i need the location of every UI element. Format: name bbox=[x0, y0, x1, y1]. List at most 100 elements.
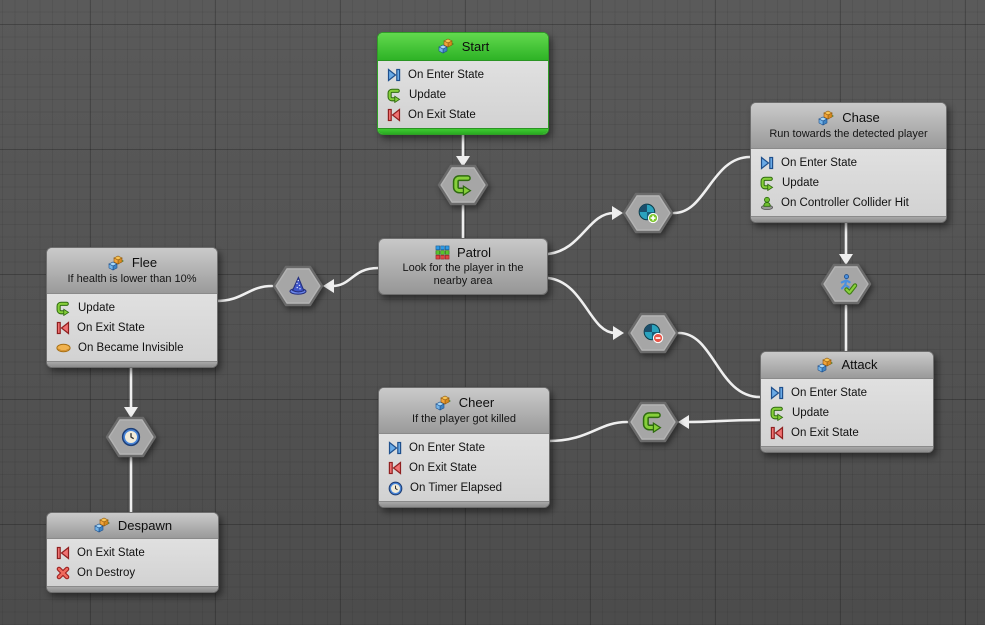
state-footer bbox=[378, 128, 548, 134]
exit-icon bbox=[388, 461, 402, 475]
event-row: On Enter State bbox=[770, 383, 927, 403]
state-title: Chase bbox=[842, 110, 880, 125]
state-subtitle: Look for the player in the nearby area bbox=[385, 262, 541, 288]
event-row: Update bbox=[770, 403, 927, 423]
destroy-icon bbox=[56, 566, 70, 580]
event-row: On Exit State bbox=[770, 423, 927, 443]
wire[interactable] bbox=[548, 213, 614, 254]
transition-patrol-to-chase[interactable] bbox=[618, 189, 678, 237]
update-transition-icon bbox=[452, 174, 474, 196]
state-title: Patrol bbox=[457, 245, 491, 260]
update-transition-icon bbox=[642, 411, 664, 433]
exit-icon bbox=[56, 321, 70, 335]
event-label: On Exit State bbox=[408, 109, 476, 121]
became-invisible-icon bbox=[56, 341, 71, 355]
controller-collider-icon bbox=[760, 196, 774, 210]
transition-start-to-patrol[interactable] bbox=[433, 161, 493, 209]
event-label: On Exit State bbox=[77, 547, 145, 559]
update-icon bbox=[760, 176, 775, 191]
state-node-start[interactable]: Start On Enter State Update On Exit S bbox=[377, 32, 549, 135]
transition-attack-to-cheer[interactable] bbox=[623, 398, 683, 446]
state-body: Update On Exit State On Became Invisible bbox=[47, 294, 217, 361]
transition-patrol-to-flee[interactable] bbox=[268, 262, 328, 310]
event-row: On Enter State bbox=[388, 438, 543, 458]
state-node-patrol[interactable]: Patrol Look for the player in the nearby… bbox=[378, 238, 548, 295]
state-header: Start bbox=[378, 33, 548, 61]
wizard-hat-icon bbox=[288, 276, 309, 296]
wire[interactable] bbox=[674, 157, 750, 213]
state-title: Start bbox=[462, 39, 489, 54]
state-boxes-icon bbox=[817, 110, 835, 126]
event-row: Update bbox=[387, 85, 542, 105]
state-header: Despawn bbox=[47, 513, 218, 539]
transition-flee-to-despawn[interactable] bbox=[101, 413, 161, 461]
super-state-grid-icon bbox=[435, 245, 450, 260]
event-label: Update bbox=[78, 302, 115, 314]
event-label: On Enter State bbox=[791, 387, 867, 399]
enter-icon bbox=[770, 386, 784, 400]
enter-icon bbox=[388, 441, 402, 455]
wire[interactable] bbox=[548, 278, 615, 333]
event-row: On Enter State bbox=[387, 65, 542, 85]
state-header: Chase Run towards the detected player bbox=[751, 103, 946, 149]
state-node-cheer[interactable]: Cheer If the player got killed On Enter … bbox=[378, 387, 550, 508]
wire[interactable] bbox=[216, 286, 272, 301]
object-remove-icon bbox=[643, 323, 664, 344]
state-node-chase[interactable]: Chase Run towards the detected player On… bbox=[750, 102, 947, 223]
event-label: Update bbox=[409, 89, 446, 101]
state-footer bbox=[47, 586, 218, 592]
event-label: On Enter State bbox=[781, 157, 857, 169]
wire[interactable] bbox=[548, 422, 627, 441]
state-body: On Enter State Update On Exit State bbox=[378, 61, 548, 128]
exit-icon bbox=[56, 546, 70, 560]
exit-icon bbox=[770, 426, 784, 440]
event-row: On Exit State bbox=[56, 543, 212, 563]
event-row: On Exit State bbox=[56, 318, 211, 338]
event-label: On Enter State bbox=[408, 69, 484, 81]
state-header: Flee If health is lower than 10% bbox=[47, 248, 217, 294]
event-row: Update bbox=[56, 298, 211, 318]
event-label: Update bbox=[792, 407, 829, 419]
state-node-despawn[interactable]: Despawn On Exit State On Destroy bbox=[46, 512, 219, 593]
wire[interactable] bbox=[332, 268, 378, 286]
transition-patrol-to-attack[interactable] bbox=[623, 309, 683, 357]
state-footer bbox=[379, 501, 549, 507]
state-subtitle: If the player got killed bbox=[412, 413, 516, 426]
state-node-attack[interactable]: Attack On Enter State Update On Exit bbox=[760, 351, 934, 453]
update-icon bbox=[387, 88, 402, 103]
event-label: On Destroy bbox=[77, 567, 135, 579]
object-add-icon bbox=[638, 203, 659, 224]
wire[interactable] bbox=[679, 333, 760, 397]
state-boxes-icon bbox=[437, 38, 455, 54]
state-boxes-icon bbox=[816, 357, 834, 373]
event-label: On Exit State bbox=[791, 427, 859, 439]
collider-hit-check-icon bbox=[835, 273, 858, 295]
event-label: On Became Invisible bbox=[78, 342, 183, 354]
wire[interactable] bbox=[687, 420, 760, 422]
state-boxes-icon bbox=[107, 255, 125, 271]
event-row: On Enter State bbox=[760, 153, 940, 173]
state-body: On Enter State Update On Exit State bbox=[761, 379, 933, 446]
state-header: Attack bbox=[761, 352, 933, 379]
event-row: On Destroy bbox=[56, 563, 212, 583]
state-title: Cheer bbox=[459, 395, 494, 410]
event-label: On Exit State bbox=[409, 462, 477, 474]
event-label: Update bbox=[782, 177, 819, 189]
event-row: On Timer Elapsed bbox=[388, 478, 543, 498]
graph-canvas[interactable]: Start On Enter State Update On Exit S bbox=[0, 0, 985, 625]
state-title: Despawn bbox=[118, 518, 172, 533]
state-header: Cheer If the player got killed bbox=[379, 388, 549, 434]
timer-transition-icon bbox=[121, 427, 141, 447]
event-row: On Controller Collider Hit bbox=[760, 193, 940, 213]
transition-chase-to-attack[interactable] bbox=[816, 260, 876, 308]
state-footer bbox=[47, 361, 217, 367]
enter-icon bbox=[760, 156, 774, 170]
state-subtitle: If health is lower than 10% bbox=[67, 273, 196, 286]
state-footer bbox=[751, 216, 946, 222]
event-row: Update bbox=[760, 173, 940, 193]
event-row: On Exit State bbox=[387, 105, 542, 125]
enter-icon bbox=[387, 68, 401, 82]
event-label: On Timer Elapsed bbox=[410, 482, 502, 494]
state-body: On Exit State On Destroy bbox=[47, 539, 218, 586]
state-node-flee[interactable]: Flee If health is lower than 10% Update … bbox=[46, 247, 218, 368]
